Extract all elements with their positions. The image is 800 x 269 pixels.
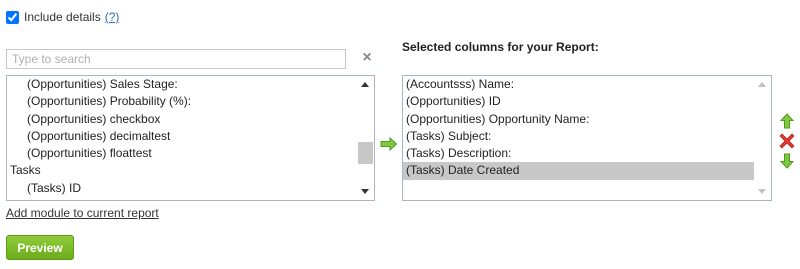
down-arrow-icon[interactable] xyxy=(779,153,795,169)
scroll-down-button[interactable] xyxy=(357,183,374,200)
selected-column-item[interactable]: (Opportunities) Opportunity Name: xyxy=(403,111,754,128)
scroll-thumb[interactable] xyxy=(358,142,373,164)
available-column-item[interactable]: Tasks xyxy=(7,162,357,179)
selected-column-item[interactable]: (Tasks) Subject: xyxy=(403,128,754,145)
available-column-item[interactable]: (Opportunities) checkbox xyxy=(7,111,357,128)
up-arrow-icon[interactable] xyxy=(779,113,795,129)
available-column-item[interactable]: (Opportunities) Sales Stage: xyxy=(7,76,357,93)
selected-column-item[interactable]: (Opportunities) ID xyxy=(403,93,754,110)
help-link[interactable]: (?) xyxy=(105,10,120,24)
selected-column-item[interactable]: (Tasks) Description: xyxy=(403,145,754,162)
selected-column-item[interactable]: (Accountsss) Name: xyxy=(403,76,754,93)
available-scrollbar[interactable] xyxy=(357,76,374,200)
available-column-item[interactable]: (Opportunities) decimaltest xyxy=(7,128,357,145)
add-module-link[interactable]: Add module to current report xyxy=(6,206,159,220)
selected-column-item[interactable]: (Tasks) Date Created xyxy=(403,162,754,180)
remove-icon[interactable] xyxy=(779,133,795,149)
right-arrow-icon[interactable] xyxy=(380,136,398,152)
scroll-up-button[interactable] xyxy=(357,76,374,93)
scroll-down-button[interactable] xyxy=(754,183,771,200)
available-column-item[interactable]: (Opportunities) Probability (%): xyxy=(7,93,357,110)
search-input[interactable] xyxy=(6,49,346,69)
available-column-item[interactable]: (Opportunities) floattest xyxy=(7,145,357,162)
scroll-up-button[interactable] xyxy=(754,76,771,93)
close-icon[interactable]: × xyxy=(360,50,374,66)
include-details-checkbox[interactable] xyxy=(6,10,19,24)
include-details-row: Include details (?) xyxy=(6,9,119,25)
selected-scrollbar[interactable] xyxy=(754,76,771,200)
available-columns-list[interactable]: (Opportunities) Sales Stage: (Opportuniti… xyxy=(6,75,375,201)
selected-columns-list[interactable]: (Accountsss) Name: (Opportunities) ID (Opp… xyxy=(402,75,772,201)
selected-columns-title: Selected columns for your Report: xyxy=(402,40,599,54)
available-column-item[interactable]: (Tasks) ID xyxy=(7,180,357,197)
preview-button[interactable]: Preview xyxy=(6,235,74,260)
include-details-label: Include details xyxy=(24,10,101,24)
